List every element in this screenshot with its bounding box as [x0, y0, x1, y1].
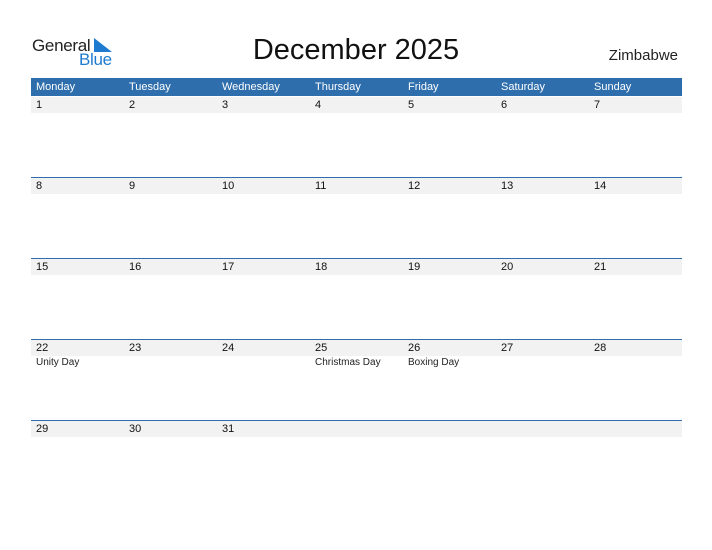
- holiday-label: Christmas Day: [315, 357, 381, 368]
- day-number: 7: [594, 99, 601, 111]
- day-number: 2: [129, 99, 136, 111]
- day-number-bar: 15 16 17 18 19 20 21: [31, 258, 682, 275]
- day-number: 14: [594, 180, 607, 192]
- weekday-tuesday: Tuesday: [129, 81, 171, 93]
- day-number: 26: [408, 342, 421, 354]
- day-number-bar: 1 2 3 4 5 6 7: [31, 97, 682, 113]
- week-row: 8 9 10 11 12 13 14: [31, 177, 682, 258]
- day-number: 19: [408, 261, 421, 273]
- day-number: 23: [129, 342, 142, 354]
- day-number: 11: [315, 180, 327, 192]
- holiday-label: [217, 356, 310, 370]
- weekday-saturday: Saturday: [501, 81, 546, 93]
- day-number: 21: [594, 261, 607, 273]
- day-number: 13: [501, 180, 514, 192]
- day-number: [589, 421, 682, 437]
- day-number: 1: [36, 99, 43, 111]
- day-number: 28: [594, 342, 607, 354]
- holiday-label: Unity Day: [36, 357, 80, 368]
- day-number-bar: 8 9 10 11 12 13 14: [31, 177, 682, 194]
- day-number: 17: [222, 261, 235, 273]
- holiday-label: [589, 356, 682, 370]
- day-number: [496, 421, 589, 437]
- holiday-label: [124, 356, 217, 370]
- weekday-monday: Monday: [36, 81, 76, 93]
- weekday-wednesday: Wednesday: [222, 81, 280, 93]
- day-number: 16: [129, 261, 142, 273]
- day-number: 20: [501, 261, 514, 273]
- day-number: 22: [36, 342, 49, 354]
- calendar-title: December 2025: [252, 34, 460, 66]
- week-row: 22 23 24 25 26 27 28 Unity Day Christmas Day Boxi…: [31, 339, 682, 420]
- day-number: 3: [222, 99, 229, 111]
- weekday-friday: Friday: [408, 81, 439, 93]
- week-row: 29 30 31: [31, 420, 682, 501]
- day-number: 24: [222, 342, 235, 354]
- day-number: 15: [36, 261, 49, 273]
- day-number-bar: 29 30 31: [31, 420, 682, 437]
- day-number: 29: [36, 423, 49, 435]
- day-number: 18: [315, 261, 328, 273]
- day-number: 10: [222, 180, 235, 192]
- day-number: [403, 421, 496, 437]
- day-number: 27: [501, 342, 514, 354]
- day-number: 12: [408, 180, 421, 192]
- week-row: 1 2 3 4 5 6 7: [31, 97, 682, 178]
- day-number: 30: [129, 423, 142, 435]
- weekday-sunday: Sunday: [594, 81, 632, 93]
- day-number: 9: [129, 180, 136, 192]
- day-number-bar: 22 23 24 25 26 27 28: [31, 339, 682, 356]
- day-number: 5: [408, 99, 415, 111]
- day-number: 8: [36, 180, 43, 192]
- week-row: 15 16 17 18 19 20 21: [31, 258, 682, 339]
- day-number: 4: [315, 99, 322, 111]
- country-label: Zimbabwe: [608, 47, 678, 64]
- holiday-label: [496, 356, 589, 370]
- weekday-thursday: Thursday: [315, 81, 361, 93]
- holiday-label: Boxing Day: [408, 357, 460, 368]
- weekday-header: Monday Tuesday Wednesday Thursday Friday…: [31, 78, 682, 96]
- day-number: 6: [501, 99, 508, 111]
- holiday-row: Unity Day Christmas Day Boxing Day: [31, 356, 682, 370]
- day-number: [310, 421, 403, 437]
- day-number: 31: [222, 423, 235, 435]
- day-number: 25: [315, 342, 328, 354]
